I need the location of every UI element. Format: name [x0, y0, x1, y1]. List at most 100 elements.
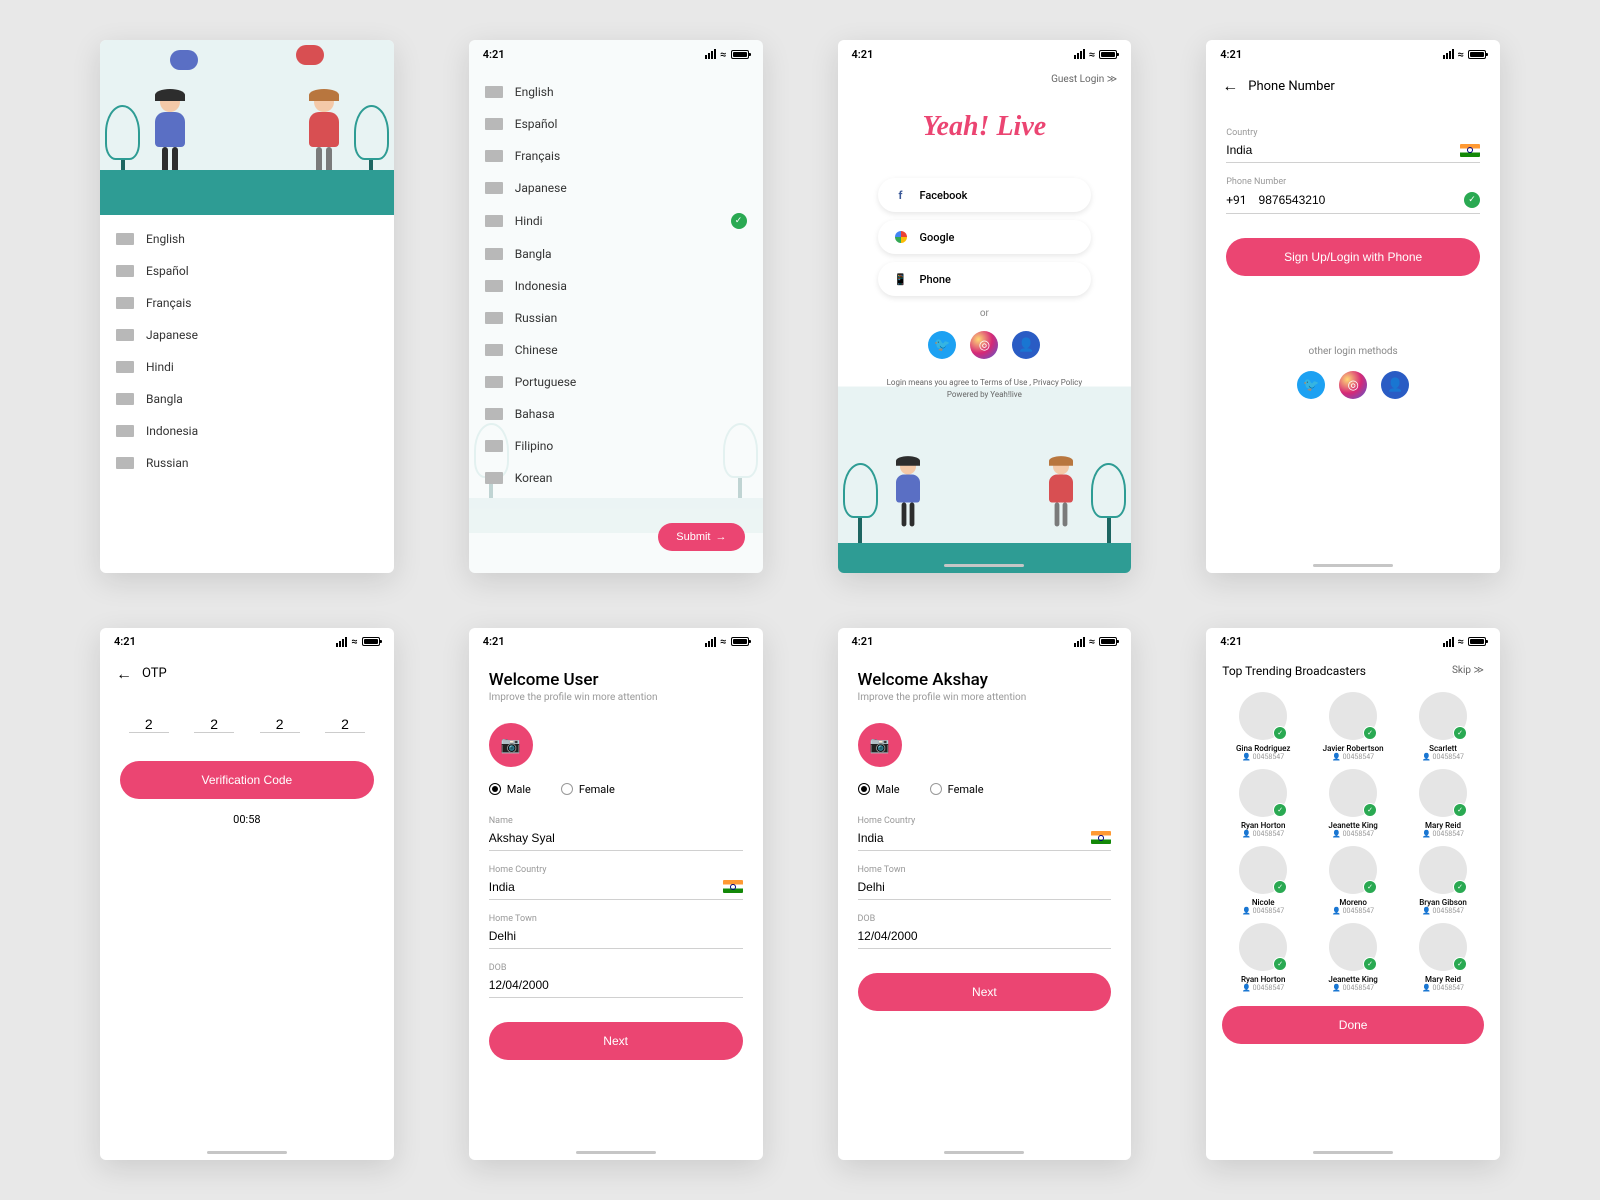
google-icon: [894, 230, 908, 244]
language-item[interactable]: English: [116, 223, 378, 255]
language-item[interactable]: Russian: [116, 447, 378, 479]
back-icon[interactable]: ←: [116, 664, 132, 684]
language-item[interactable]: Français: [116, 287, 378, 319]
broadcaster-item[interactable]: ✓Ryan Horton👤 00458547: [1220, 769, 1306, 838]
selected-icon: ✓: [1453, 957, 1467, 971]
page-title: OTP: [142, 666, 167, 681]
dob-input[interactable]: [858, 929, 1112, 943]
broadcaster-item[interactable]: ✓Bryan Gibson👤 00458547: [1400, 846, 1486, 915]
otp-digit[interactable]: [260, 716, 300, 733]
broadcaster-item[interactable]: ✓Gina Rodriguez👤 00458547: [1220, 692, 1306, 761]
country-field[interactable]: [1226, 138, 1480, 163]
gender-male-radio[interactable]: Male: [858, 783, 900, 796]
avatar: ✓: [1329, 769, 1377, 817]
language-label: Filipino: [515, 439, 554, 453]
verify-button[interactable]: Verification Code: [120, 761, 374, 799]
country-code: +91: [1226, 193, 1246, 207]
language-label: Russian: [515, 311, 557, 325]
flag-icon: [485, 215, 503, 227]
avatar-upload-button[interactable]: 📷: [858, 723, 902, 767]
gender-female-radio[interactable]: Female: [561, 783, 615, 796]
status-time: 4:21: [1220, 635, 1242, 648]
broadcaster-item[interactable]: ✓Nicole👤 00458547: [1220, 846, 1306, 915]
selected-icon: ✓: [1273, 957, 1287, 971]
language-label: Bangla: [146, 392, 183, 406]
screen-otp: 4:21≈ ← OTP Verification Code 00:58: [100, 628, 394, 1161]
phone-field[interactable]: +91 ✓: [1226, 187, 1480, 214]
language-item[interactable]: Japanese: [485, 172, 747, 204]
next-button[interactable]: Next: [858, 973, 1112, 1011]
broadcaster-name: Ryan Horton: [1220, 975, 1306, 984]
gender-female-radio[interactable]: Female: [930, 783, 984, 796]
otp-digit[interactable]: [129, 716, 169, 733]
flag-icon: [485, 344, 503, 356]
language-item[interactable]: Indonesia: [485, 270, 747, 302]
broadcaster-id: 👤 00458547: [1310, 830, 1396, 838]
phone-input[interactable]: [1259, 193, 1464, 207]
twitter-login-button[interactable]: 🐦: [928, 331, 956, 359]
otp-digit[interactable]: [325, 716, 365, 733]
next-button[interactable]: Next: [489, 1022, 743, 1060]
broadcaster-name: Mary Reid: [1400, 975, 1486, 984]
language-item[interactable]: Portuguese: [485, 366, 747, 398]
avatar: ✓: [1419, 692, 1467, 740]
avatar: ✓: [1329, 923, 1377, 971]
town-input[interactable]: [489, 929, 743, 943]
signup-login-button[interactable]: Sign Up/Login with Phone: [1226, 238, 1480, 276]
broadcaster-item[interactable]: ✓Scarlett👤 00458547: [1400, 692, 1486, 761]
country-input[interactable]: [858, 831, 1092, 845]
guest-user-button[interactable]: 👤: [1381, 371, 1409, 399]
town-input[interactable]: [858, 880, 1112, 894]
language-item[interactable]: Español: [485, 108, 747, 140]
broadcaster-item[interactable]: ✓Jeanette King👤 00458547: [1310, 769, 1396, 838]
broadcaster-item[interactable]: ✓Mary Reid👤 00458547: [1400, 769, 1486, 838]
language-label: Japanese: [146, 328, 198, 342]
language-label: Español: [515, 117, 558, 131]
signal-icon: [705, 49, 716, 59]
language-item[interactable]: Filipino: [485, 430, 747, 462]
language-item[interactable]: Hindi: [116, 351, 378, 383]
broadcaster-item[interactable]: ✓Moreno👤 00458547: [1310, 846, 1396, 915]
broadcaster-id: 👤 00458547: [1220, 753, 1306, 761]
selected-icon: ✓: [1273, 880, 1287, 894]
broadcaster-item[interactable]: ✓Javier Robertson👤 00458547: [1310, 692, 1396, 761]
language-item[interactable]: Español: [116, 255, 378, 287]
language-item[interactable]: English: [485, 76, 747, 108]
done-button[interactable]: Done: [1222, 1006, 1484, 1044]
language-item[interactable]: Français: [485, 140, 747, 172]
language-item[interactable]: Korean: [485, 462, 747, 494]
language-item[interactable]: Bahasa: [485, 398, 747, 430]
avatar-upload-button[interactable]: 📷: [489, 723, 533, 767]
language-item[interactable]: Bangla: [116, 383, 378, 415]
twitter-login-button[interactable]: 🐦: [1297, 371, 1325, 399]
screen-login-methods: 4:21 ≈ Guest Login ≫ Yeah! Live fFaceboo…: [838, 40, 1132, 573]
otp-digit[interactable]: [194, 716, 234, 733]
dob-input[interactable]: [489, 978, 743, 992]
language-item[interactable]: Bangla: [485, 238, 747, 270]
guest-user-button[interactable]: 👤: [1012, 331, 1040, 359]
skip-link[interactable]: Skip ≫: [1452, 665, 1484, 676]
language-item[interactable]: Hindi✓: [485, 204, 747, 238]
broadcaster-item[interactable]: ✓Mary Reid👤 00458547: [1400, 923, 1486, 992]
instagram-login-button[interactable]: ◎: [1339, 371, 1367, 399]
language-item[interactable]: Indonesia: [116, 415, 378, 447]
country-input[interactable]: [1226, 143, 1460, 157]
broadcaster-item[interactable]: ✓Jeanette King👤 00458547: [1310, 923, 1396, 992]
broadcaster-item[interactable]: ✓Ryan Horton👤 00458547: [1220, 923, 1306, 992]
language-item[interactable]: Japanese: [116, 319, 378, 351]
country-input[interactable]: [489, 880, 723, 894]
google-login-button[interactable]: Google: [878, 220, 1092, 254]
guest-login-link[interactable]: Guest Login ≫: [838, 68, 1132, 91]
language-item[interactable]: Chinese: [485, 334, 747, 366]
facebook-icon: f: [894, 188, 908, 202]
name-input[interactable]: [489, 831, 743, 845]
language-list: EnglishEspañol Français Japanese Hindi Bangl…: [100, 215, 394, 573]
gender-male-radio[interactable]: Male: [489, 783, 531, 796]
phone-login-button[interactable]: 📱Phone: [878, 262, 1092, 296]
facebook-login-button[interactable]: fFacebook: [878, 178, 1092, 212]
language-label: Français: [146, 296, 191, 310]
back-icon[interactable]: ←: [1222, 76, 1238, 96]
page-title: Top Trending Broadcasters: [1222, 664, 1366, 678]
language-item[interactable]: Russian: [485, 302, 747, 334]
instagram-login-button[interactable]: ◎: [970, 331, 998, 359]
